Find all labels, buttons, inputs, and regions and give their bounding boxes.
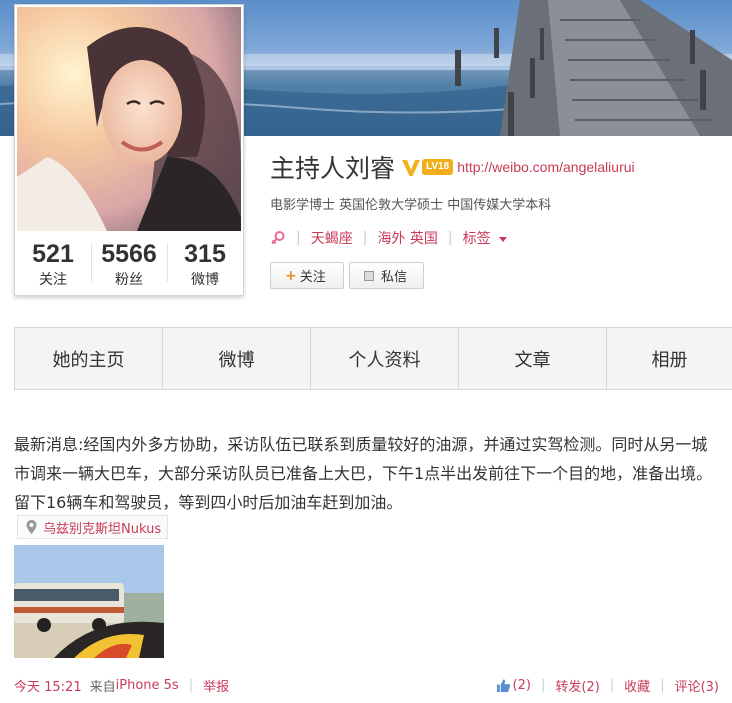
chevron-down-icon [498,236,507,242]
follow-label: 关注 [299,270,326,285]
follow-button[interactable]: + 关注 [270,262,344,289]
separator: | [188,678,194,693]
avatar[interactable] [17,7,241,231]
female-icon [271,231,285,245]
tab-weibo[interactable]: 微博 [162,328,310,389]
location-link[interactable]: 海外 英国 [377,228,437,248]
stat-followers[interactable]: 5566 粉丝 [91,234,167,294]
tab-profile-info[interactable]: 个人资料 [310,328,458,389]
profile-tabs: 她的主页 微博 个人资料 文章 相册 [14,327,732,390]
stat-value: 5566 [101,240,157,268]
tab-home[interactable]: 她的主页 [14,328,162,389]
profile-card: 521 关注 5566 粉丝 315 微博 [14,4,244,296]
post-text: 最新消息:经国内外多方协助，采访队伍已联系到质量较好的油源，并通过实驾检测。同时… [14,435,713,512]
message-button[interactable]: 私信 [349,262,424,289]
profile-name-row: 主持人刘睿 LV18 http://weibo.com/angelaliurui [270,150,635,184]
post-image[interactable] [14,545,164,658]
report-link[interactable]: 举报 [203,676,229,695]
profile-meta: | 天蝎座 | 海外 英国 | 标签 [270,228,507,248]
tab-articles[interactable]: 文章 [458,328,606,389]
plus-icon: + [285,267,297,284]
post-footer: 今天 15:21 来自 iPhone 5s | 举报 (2) | 转发(2) |… [14,676,719,696]
separator: | [362,230,368,246]
separator: | [296,230,301,246]
post-location-tag[interactable]: 乌兹别克斯坦Nukus [17,515,169,539]
stat-label: 微博 [191,272,219,288]
repost-button[interactable]: 转发(2) [555,676,599,695]
stat-label: 关注 [39,272,67,288]
stat-value: 521 [32,240,74,268]
tags-dropdown[interactable]: 标签 [463,228,507,248]
level-badge[interactable]: LV18 [422,159,454,175]
comment-button[interactable]: 评论(3) [675,676,719,695]
verified-v-icon[interactable] [401,157,421,177]
like-count: (2) [512,678,531,693]
message-label: 私信 [381,270,408,285]
stat-posts[interactable]: 315 微博 [167,234,243,294]
favorite-button[interactable]: 收藏 [624,676,650,695]
source-prefix: 来自 [89,680,116,695]
tab-albums[interactable]: 相册 [606,328,732,389]
zodiac-link[interactable]: 天蝎座 [311,228,353,248]
location-pin-icon [26,520,37,534]
separator: | [540,678,546,693]
profile-bio: 电影学博士 英国伦敦大学硕士 中国传媒大学本科 [270,198,552,213]
tags-label: 标签 [462,231,491,247]
post-meta: 今天 15:21 来自 iPhone 5s | 举报 [14,676,229,695]
stat-value: 315 [184,240,226,268]
stat-label: 粉丝 [115,272,143,288]
separator: | [609,678,615,693]
separator: | [660,678,665,693]
thumbs-up-icon [496,679,510,693]
post-source[interactable]: iPhone 5s [116,678,179,693]
stat-following[interactable]: 521 关注 [15,234,91,294]
post-actions: (2) | 转发(2) | 收藏 | 评论(3) [496,676,719,695]
location-name[interactable]: 乌兹别克斯坦Nukus [43,518,161,537]
homepage-link[interactable]: http://weibo.com/angelaliurui [457,159,634,175]
message-icon [364,270,374,281]
profile-stats: 521 关注 5566 粉丝 315 微博 [15,234,243,294]
like-button[interactable]: (2) [496,678,531,693]
post-time[interactable]: 今天 15:21 [14,676,82,695]
separator: | [447,230,453,246]
profile-name: 主持人刘睿 [270,154,396,183]
